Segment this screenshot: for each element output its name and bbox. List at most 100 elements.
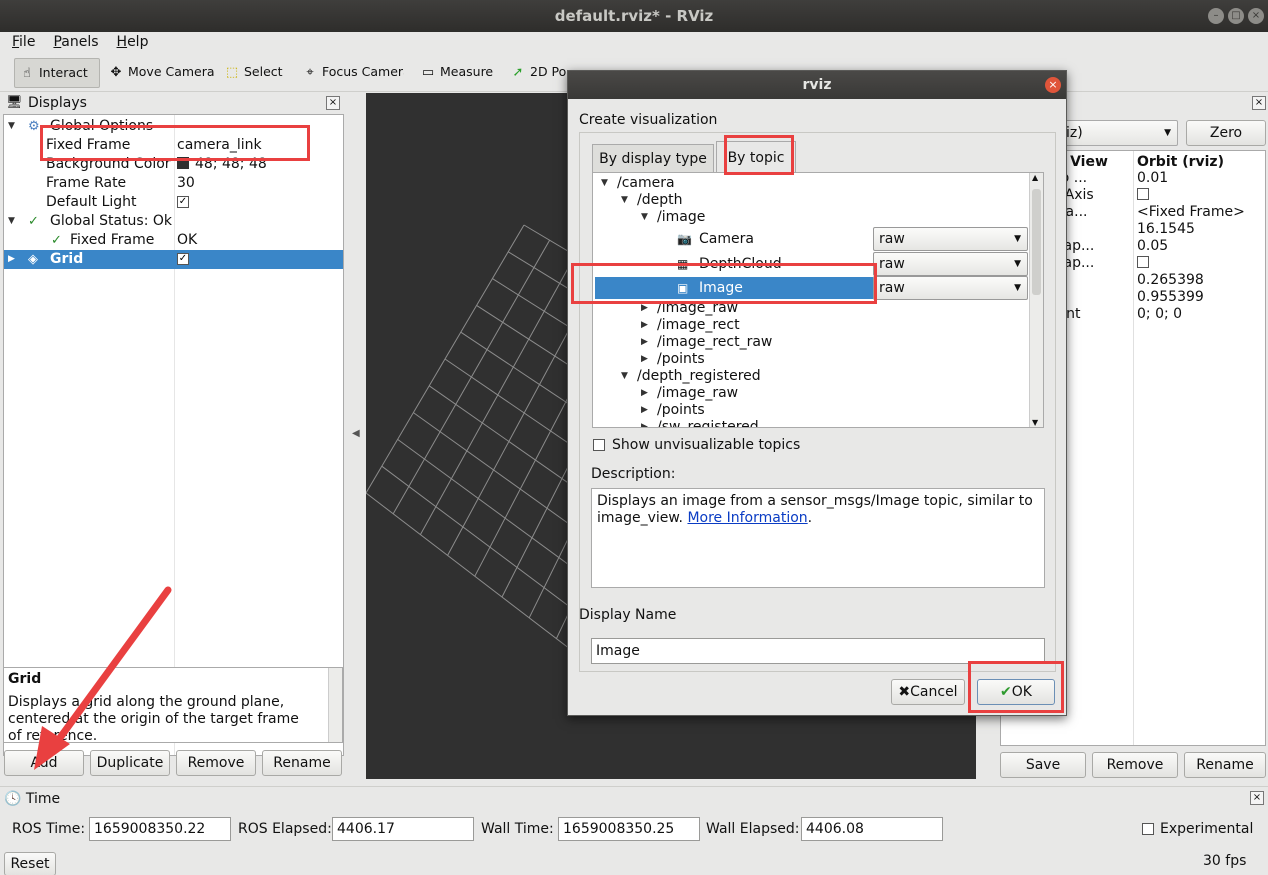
rename-display-button[interactable]: Rename [262, 750, 342, 776]
topic-tree-row[interactable]: ▼ /camera [595, 175, 1029, 192]
status-ok-icon: ✓ [51, 233, 62, 248]
ros-elapsed-field[interactable]: 4406.17 [332, 817, 474, 841]
topic-tree-label: /sw_registered [657, 419, 759, 428]
display-row[interactable]: ▼ ⚙ Global Options [4, 117, 343, 136]
scrollbar-thumb[interactable] [1032, 189, 1041, 295]
menu-help[interactable]: Help [105, 32, 155, 52]
topic-tree-label: /depth [637, 192, 683, 208]
window-titlebar: default.rviz* - RViz [0, 0, 1268, 32]
dialog-description-box: Displays an image from a sensor_msgs/Ima… [591, 488, 1045, 588]
topic-tree-row[interactable]: ▶ /image_rect_raw [595, 334, 1029, 351]
remove-view-button[interactable]: Remove [1092, 752, 1178, 778]
expand-right-icon[interactable]: ▶ [641, 317, 648, 334]
show-unvisualizable-checkbox[interactable] [593, 439, 605, 451]
chevron-down-icon: ▼ [1014, 234, 1021, 244]
dialog-heading: Create visualization [579, 112, 718, 128]
topic-tree-row[interactable]: ▼ /depth [595, 192, 1029, 209]
wall-elapsed-field[interactable]: 4406.08 [801, 817, 943, 841]
tab-by-topic[interactable]: By topic [716, 141, 796, 173]
expand-down-icon[interactable]: ▼ [8, 117, 15, 136]
topic-tree-row[interactable]: ▼ /depth_registered [595, 368, 1029, 385]
focus-camera-tool[interactable]: ⌖ Focus Camera [298, 58, 404, 88]
expand-right-icon[interactable]: ▶ [641, 419, 648, 427]
move-camera-tool[interactable]: ✥ Move Camera [104, 58, 214, 88]
expand-down-icon[interactable]: ▼ [8, 212, 15, 231]
display-row-value[interactable]: ✓ [177, 196, 189, 208]
close-window-button[interactable]: × [1248, 8, 1264, 24]
ros-elapsed-label: ROS Elapsed: [238, 821, 332, 837]
transport-select[interactable]: raw ▼ [873, 227, 1028, 251]
topic-tree-row[interactable]: ▶ /points [595, 351, 1029, 368]
display-name-input[interactable]: Image [591, 638, 1045, 664]
dialog-titlebar: rviz [568, 71, 1066, 99]
minimize-button[interactable]: – [1208, 8, 1224, 24]
view-row-value[interactable] [1137, 255, 1149, 272]
display-row[interactable]: ✓ Fixed Frame OK [4, 231, 343, 250]
display-row[interactable]: Frame Rate 30 [4, 174, 343, 193]
hand-icon: ☝ [23, 66, 31, 81]
ros-time-field[interactable]: 1659008350.22 [89, 817, 231, 841]
maximize-button[interactable]: □ [1228, 8, 1244, 24]
transport-select[interactable]: raw ▼ [873, 276, 1028, 300]
menu-panels[interactable]: Panels [41, 32, 104, 52]
topic-tree-label: /image_raw [657, 385, 739, 401]
topic-tree-row[interactable]: ▶ /points [595, 402, 1029, 419]
measure-tool[interactable]: ▭ Measure [416, 58, 496, 88]
tab-by-display-type[interactable]: By display type [592, 144, 714, 172]
pose-estimate-tool[interactable]: ➚2D Pose Estimate [506, 58, 566, 88]
topic-tree-scrollbar[interactable]: ▲ ▼ [1029, 173, 1043, 427]
displays-close-button[interactable]: × [326, 96, 340, 110]
views-close-button[interactable]: × [1252, 96, 1266, 110]
expand-down-icon[interactable]: ▼ [621, 368, 628, 385]
menu-file[interactable]: File [0, 32, 41, 52]
monitor-icon: 🖥 [6, 95, 23, 110]
select-tool[interactable]: ⬚ Select [220, 58, 286, 88]
view-row-value[interactable] [1137, 187, 1149, 204]
expand-right-icon[interactable]: ▶ [641, 402, 648, 419]
topic-tree-row[interactable]: ▶ /image_raw [595, 385, 1029, 402]
expand-down-icon[interactable]: ▼ [621, 192, 628, 209]
cancel-button[interactable]: ✖Cancel [891, 679, 965, 705]
expand-right-icon[interactable]: ▶ [8, 250, 15, 269]
time-close-button[interactable]: × [1250, 791, 1264, 805]
topic-tree-row[interactable]: ▶ /image_raw [595, 300, 1029, 317]
expand-right-icon[interactable]: ▶ [641, 385, 648, 402]
more-information-link[interactable]: More Information [687, 510, 807, 526]
topic-tree-row[interactable]: ▼ /image [595, 209, 1029, 226]
topic-tree-row[interactable]: ▶ /image_rect [595, 317, 1029, 334]
zero-button[interactable]: Zero [1186, 120, 1266, 146]
dialog-close-icon[interactable]: × [1045, 77, 1061, 93]
display-row[interactable]: Background Color 48; 48; 48 [4, 155, 343, 174]
scroll-down-icon[interactable]: ▼ [1032, 418, 1038, 427]
gear-icon: ⚙ [28, 119, 40, 134]
display-row-value[interactable]: ✓ [177, 253, 189, 265]
topic-tree-row[interactable]: ▶ /sw_registered [595, 419, 1029, 428]
wall-time-field[interactable]: 1659008350.25 [558, 817, 700, 841]
experimental-label: Experimental [1160, 821, 1254, 837]
reset-button[interactable]: Reset [4, 852, 56, 875]
view-row-value: 16.1545 [1137, 221, 1195, 237]
expand-down-icon[interactable]: ▼ [601, 175, 608, 192]
rename-view-button[interactable]: Rename [1184, 752, 1266, 778]
ros-time-label: ROS Time: [12, 821, 86, 837]
displays-header: 🖥 Displays [4, 92, 344, 114]
expand-right-icon[interactable]: ▶ [641, 300, 648, 317]
save-view-button[interactable]: Save [1000, 752, 1086, 778]
expand-down-icon[interactable]: ▼ [641, 209, 648, 226]
description-scrollbar[interactable] [328, 668, 342, 742]
experimental-checkbox[interactable] [1142, 823, 1154, 835]
scroll-up-icon[interactable]: ▲ [1032, 173, 1038, 182]
topic-tree-row[interactable]: ▣ Image [595, 277, 873, 299]
collapse-left-icon[interactable]: ◀ [352, 428, 360, 439]
display-row[interactable]: ▶ ◈ Grid ✓ [4, 250, 343, 269]
transport-select[interactable]: raw ▼ [873, 252, 1028, 276]
ok-button[interactable]: ✔OK [977, 679, 1055, 705]
expand-right-icon[interactable]: ▶ [641, 351, 648, 368]
remove-display-button[interactable]: Remove [176, 750, 256, 776]
interact-tool[interactable]: ☝ Interact [14, 58, 100, 88]
topic-tree-label: /image [657, 209, 706, 225]
display-row[interactable]: ▼ ✓ Global Status: Ok [4, 212, 343, 231]
display-row[interactable]: Default Light ✓ [4, 193, 343, 212]
expand-right-icon[interactable]: ▶ [641, 334, 648, 351]
display-row[interactable]: Fixed Frame camera_link [4, 136, 343, 155]
